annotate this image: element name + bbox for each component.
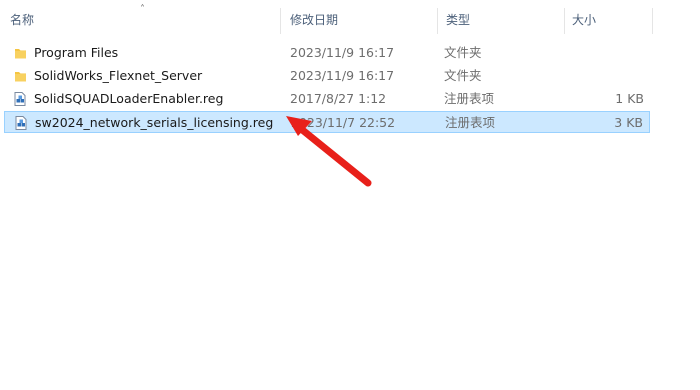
- column-header-bar: ˄ 名称 修改日期 类型 大小: [0, 0, 700, 40]
- file-type: 注册表项: [445, 115, 496, 130]
- column-divider[interactable]: [564, 8, 565, 34]
- file-explorer-window: ˄ 名称 修改日期 类型 大小 Program Files 2023/11/9 1…: [0, 0, 700, 390]
- file-type: 文件夹: [444, 45, 482, 60]
- file-type: 注册表项: [444, 91, 495, 106]
- file-name: Program Files: [34, 45, 119, 60]
- file-name: SolidWorks_Flexnet_Server: [34, 68, 203, 83]
- column-divider[interactable]: [437, 8, 438, 34]
- file-row[interactable]: SolidSQUADLoaderEnabler.reg 2017/8/27 1:1…: [4, 88, 650, 110]
- file-row[interactable]: SolidWorks_Flexnet_Server 2023/11/9 16:17…: [4, 65, 650, 87]
- folder-icon: [12, 45, 28, 61]
- file-modified-date: 2017/8/27 1:12: [290, 91, 387, 106]
- registry-file-icon: [13, 115, 29, 131]
- file-modified-date: 2023/11/9 16:17: [290, 45, 395, 60]
- file-size: 3 KB: [614, 115, 643, 130]
- registry-file-icon: [12, 91, 28, 107]
- column-header-type[interactable]: 类型: [446, 10, 470, 34]
- column-header-size[interactable]: 大小: [572, 10, 596, 34]
- file-modified-date: 2023/11/7 22:52: [291, 115, 396, 130]
- file-name: SolidSQUADLoaderEnabler.reg: [34, 91, 224, 106]
- column-divider[interactable]: [652, 8, 653, 34]
- file-name: sw2024_network_serials_licensing.reg: [35, 115, 274, 130]
- sort-ascending-icon: ˄: [140, 4, 145, 15]
- file-row[interactable]: Program Files 2023/11/9 16:17 文件夹: [4, 42, 650, 64]
- column-divider[interactable]: [280, 8, 281, 34]
- column-header-date[interactable]: 修改日期: [290, 10, 338, 34]
- file-type: 文件夹: [444, 68, 482, 83]
- file-row[interactable]: sw2024_network_serials_licensing.reg 2023…: [4, 111, 650, 133]
- column-header-name[interactable]: 名称: [10, 10, 34, 34]
- folder-icon: [12, 68, 28, 84]
- file-modified-date: 2023/11/9 16:17: [290, 68, 395, 83]
- file-size: 1 KB: [615, 91, 644, 106]
